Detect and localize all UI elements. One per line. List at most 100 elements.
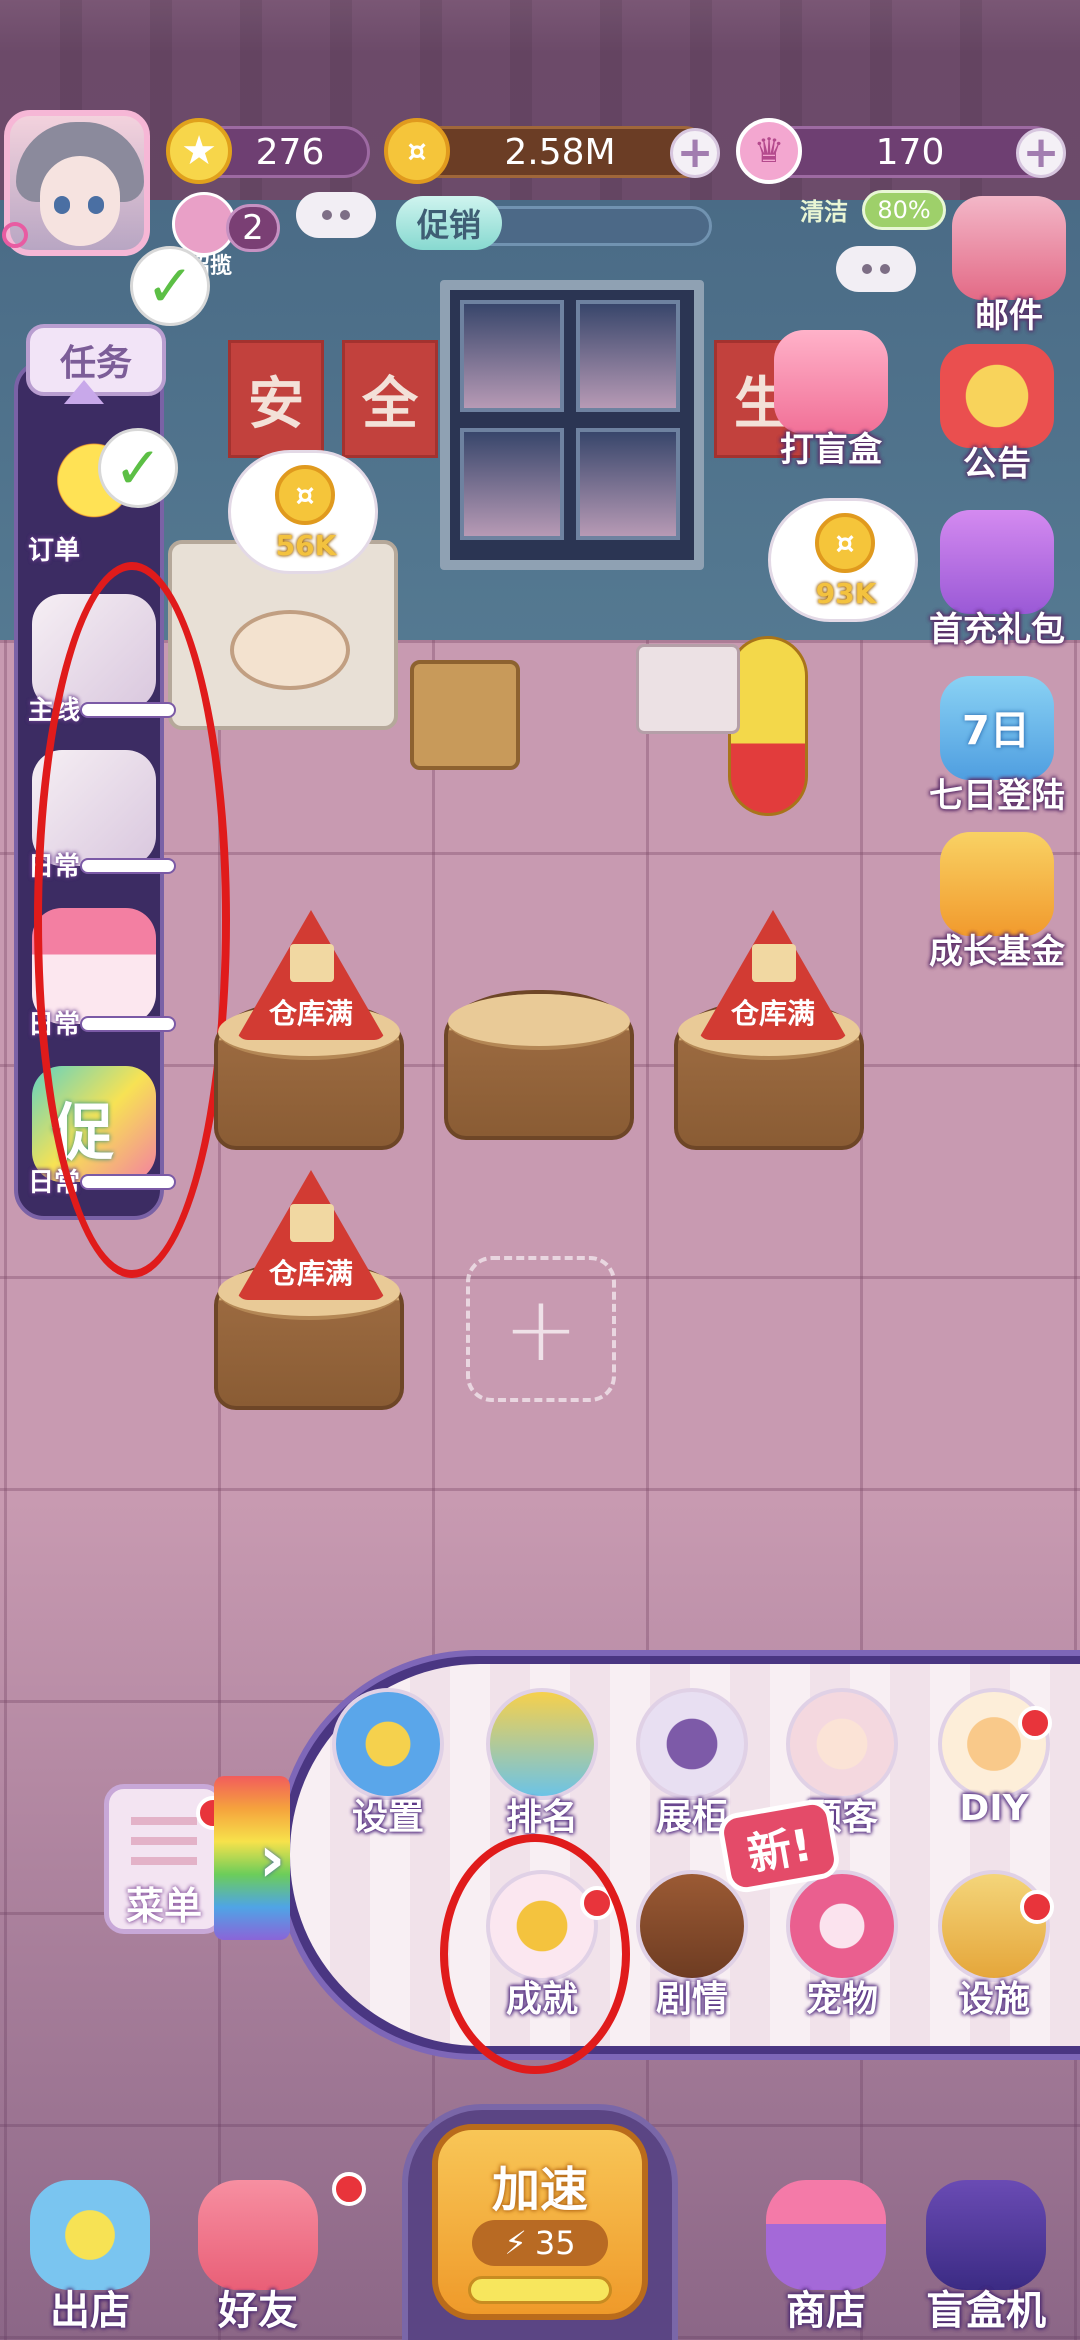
- gear-icon: [332, 1688, 444, 1800]
- corn-sign-prop: [636, 644, 740, 734]
- blind-box-machine-button[interactable]: 盲盒机: [906, 2180, 1066, 2334]
- chat-bubble-icon[interactable]: [836, 246, 916, 292]
- mail-label: 邮件: [975, 296, 1043, 336]
- speed-up-progress-bar: [468, 2276, 612, 2304]
- vending-machine-icon: [926, 2180, 1046, 2290]
- add-gems-button[interactable]: +: [1016, 128, 1066, 178]
- exit-store-button[interactable]: 出店: [10, 2180, 170, 2334]
- facility-icon: [938, 1870, 1050, 1982]
- exit-store-label: 出店: [50, 2288, 130, 2334]
- speed-up-button[interactable]: 加速 ⚡ 35: [432, 2124, 648, 2320]
- workstation-stump[interactable]: [444, 990, 634, 1140]
- speed-up-count: ⚡ 35: [472, 2220, 608, 2266]
- podium-icon: [486, 1688, 598, 1800]
- growth-fund-button[interactable]: 成长基金: [922, 832, 1072, 972]
- menu-item-label: 宠物: [805, 1979, 878, 2020]
- story-book-icon: [636, 1870, 748, 1982]
- coin-icon: ¤: [384, 118, 450, 184]
- speed-up-count-value: 35: [534, 2224, 576, 2262]
- warning-label: 仓库满: [268, 1257, 353, 1290]
- sidebar-item-label: 订单: [28, 536, 81, 566]
- coin-counter: 2.58M: [410, 126, 710, 178]
- menu-item-label: 设置: [351, 1797, 424, 1838]
- wall-sign-letter: 安: [228, 340, 324, 458]
- add-coins-button[interactable]: +: [670, 128, 720, 178]
- gem-counter: 170: [760, 126, 1060, 178]
- announcement-button[interactable]: 公告: [922, 344, 1072, 484]
- menu-item-story[interactable]: 剧情: [622, 1870, 762, 2020]
- coin-icon: ¤: [275, 465, 335, 525]
- announcement-label: 公告: [963, 444, 1031, 484]
- box-icon: [290, 944, 334, 982]
- task-label: 任务: [59, 343, 132, 384]
- annotation-circle: [440, 1834, 630, 2074]
- shop-button[interactable]: 商店: [746, 2180, 906, 2334]
- list-icon: [131, 1817, 197, 1871]
- customer-icon: [786, 1688, 898, 1800]
- annotation-circle: [34, 562, 230, 1278]
- warning-label: 仓库满: [268, 997, 353, 1030]
- menu-item-ranking[interactable]: 排名: [472, 1688, 612, 1838]
- chat-bubble-icon[interactable]: [296, 192, 376, 238]
- chevron-right-icon[interactable]: ›: [244, 1822, 300, 1898]
- task-button[interactable]: 任务: [26, 324, 166, 396]
- seven-day-label: 七日登陆: [929, 776, 1065, 816]
- paper-bag-prop: [410, 660, 520, 770]
- plus-icon: +: [503, 1276, 579, 1382]
- box-icon: [752, 944, 796, 982]
- star-icon: ★: [166, 118, 232, 184]
- warehouse-full-warning[interactable]: 仓库满: [236, 910, 386, 1040]
- lightning-icon: ⚡: [504, 2224, 527, 2262]
- shop-icon: [766, 2180, 886, 2290]
- promo-label[interactable]: 促销: [396, 196, 502, 250]
- coin-value: 2.58M: [504, 131, 616, 173]
- menu-label: 菜单: [125, 1884, 202, 1928]
- first-recharge-label: 首充礼包: [929, 610, 1065, 650]
- check-icon: ✓: [130, 246, 210, 326]
- menu-item-pets[interactable]: 宠物: [772, 1870, 912, 2020]
- customer-count: 2: [226, 204, 280, 252]
- box-icon: [290, 1204, 334, 1242]
- add-station-slot[interactable]: +: [466, 1256, 616, 1402]
- menu-item-label: 排名: [505, 1797, 578, 1838]
- friends-label: 好友: [218, 2288, 298, 2334]
- warehouse-full-warning[interactable]: 仓库满: [236, 1170, 386, 1300]
- shop-window: [440, 280, 704, 570]
- coin-amount: 56K: [275, 529, 337, 562]
- seven-day-badge: 7日: [962, 708, 1030, 754]
- mail-button[interactable]: 邮件: [934, 196, 1080, 336]
- speed-up-label: 加速: [491, 2162, 588, 2218]
- gem-value: 170: [875, 131, 945, 173]
- coin-icon: ¤: [815, 513, 875, 573]
- wall-sign-letter: 全: [342, 340, 438, 458]
- gender-icon: [2, 222, 28, 248]
- growth-fund-label: 成长基金: [929, 932, 1065, 972]
- coin-collect-bubble[interactable]: ¤ 56K: [228, 450, 378, 574]
- notification-dot: [1018, 1706, 1052, 1740]
- pet-collar-icon: [786, 1870, 898, 1982]
- crown-icon: ♛: [736, 118, 802, 184]
- menu-item-label: 设施: [957, 1979, 1030, 2020]
- seven-day-login-button[interactable]: 7日 七日登陆: [922, 676, 1072, 816]
- menu-item-settings[interactable]: 设置: [318, 1688, 458, 1838]
- menu-item-label: DIY: [959, 1788, 1029, 1829]
- exit-arrow-icon: [30, 2180, 150, 2290]
- notification-dot: [332, 2172, 366, 2206]
- blind-box-machine-label: 盲盒机: [926, 2288, 1046, 2334]
- blind-box-button[interactable]: 打盲盒: [756, 330, 906, 470]
- friends-button[interactable]: 好友: [178, 2180, 338, 2334]
- check-icon: ✓: [98, 428, 178, 508]
- warehouse-full-warning[interactable]: 仓库满: [698, 910, 848, 1040]
- showcase-icon: [636, 1688, 748, 1800]
- coin-collect-bubble[interactable]: ¤ 93K: [768, 498, 918, 622]
- shop-label: 商店: [786, 2288, 866, 2334]
- blind-box-label: 打盲盒: [780, 430, 882, 470]
- coin-amount: 93K: [815, 577, 877, 610]
- cleanliness-label: 清洁: [800, 198, 848, 226]
- menu-item-label: 剧情: [655, 1979, 728, 2020]
- first-recharge-gift-button[interactable]: 首充礼包: [922, 510, 1072, 650]
- paint-palette-icon: [230, 610, 350, 690]
- level-value: 276: [255, 131, 325, 173]
- corn-shop-customer[interactable]: [728, 636, 808, 816]
- warning-label: 仓库满: [730, 997, 815, 1030]
